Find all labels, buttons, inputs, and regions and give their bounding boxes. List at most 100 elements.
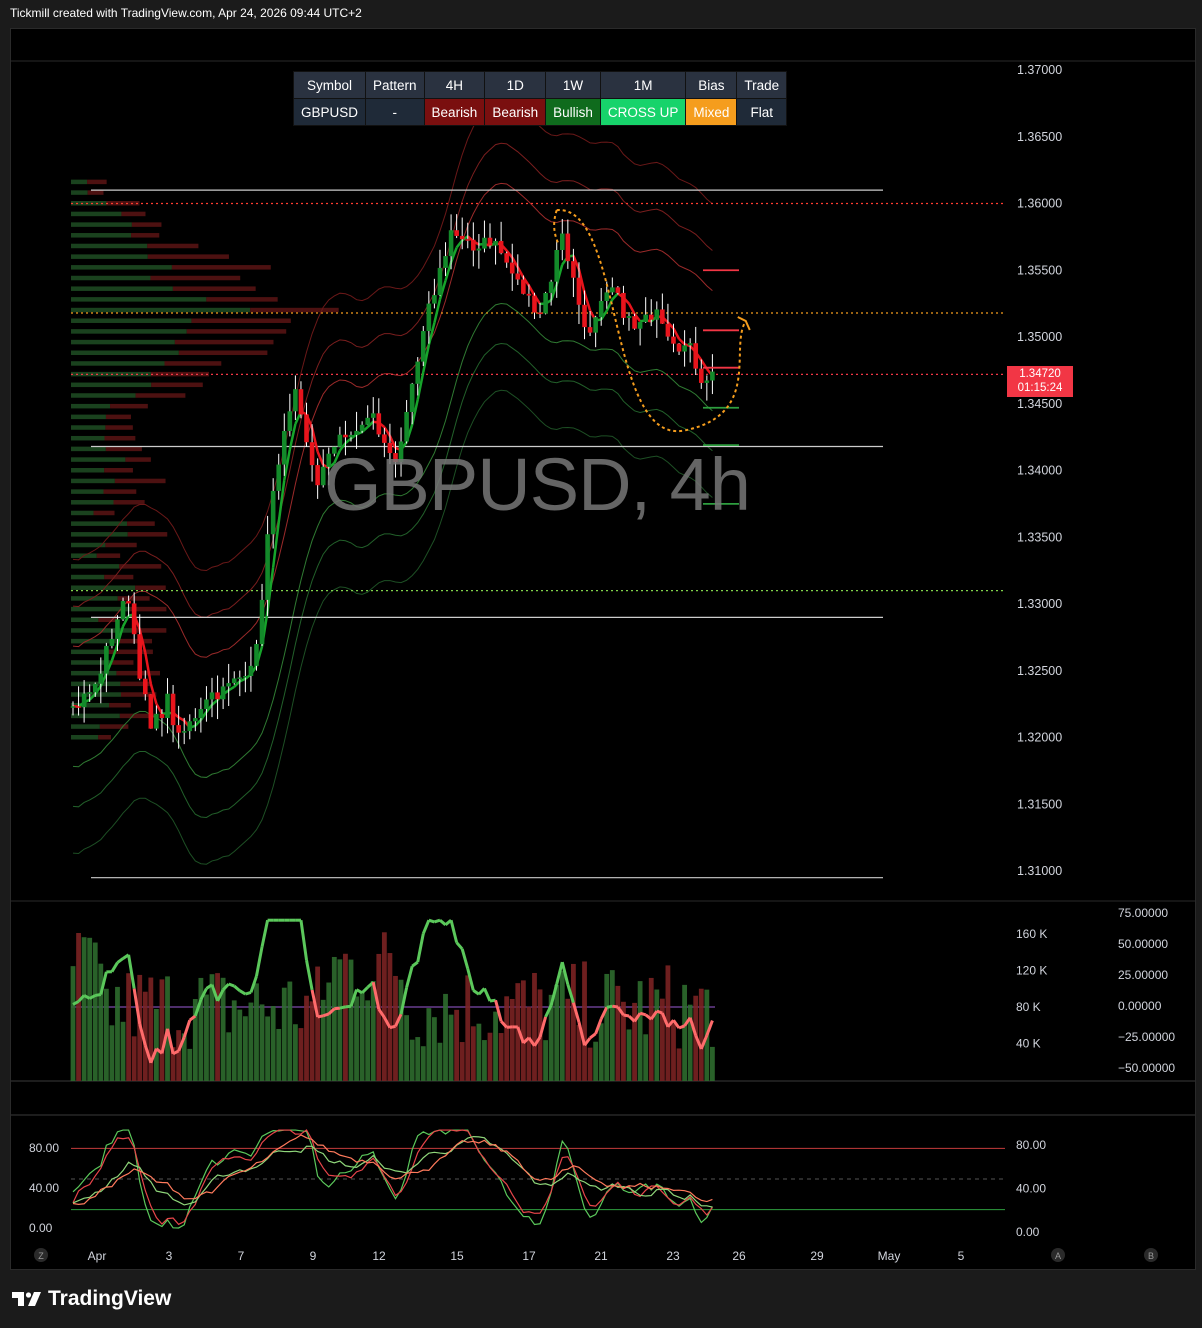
summary-header-trade: Trade: [736, 71, 788, 99]
volume-profile-bar: [71, 425, 106, 430]
volume-bar: [115, 986, 120, 1081]
volume-bar: [676, 1048, 682, 1081]
volume-bar: [398, 979, 404, 1081]
oscillator-line-segment: [355, 988, 363, 995]
stochastic-tick-right: 80.00: [1016, 1138, 1046, 1152]
y-tick-label: 1.36000: [1017, 197, 1062, 211]
oscillator-line-segment: [606, 1004, 613, 1009]
volume-profile-bar: [135, 393, 186, 398]
volume-profile-bar: [171, 265, 271, 270]
oscillator-line-segment: [438, 919, 447, 926]
volume-bar: [393, 975, 398, 1081]
oscillator-line-segment: [455, 941, 464, 950]
x-tick-label: 3: [166, 1249, 173, 1263]
candle-body: [187, 721, 193, 732]
candle-body: [587, 327, 593, 333]
tradingview-logo[interactable]: TradingView: [12, 1287, 171, 1311]
volume-profile-bar: [250, 307, 339, 313]
moving-average-segment: [228, 685, 235, 692]
volume-bar: [120, 1021, 126, 1081]
volume-bar: [226, 1032, 232, 1081]
volume-bar: [248, 1002, 254, 1081]
candle-body: [209, 692, 215, 700]
candle-body: [576, 277, 582, 305]
corner-button-label: A: [1055, 1251, 1061, 1261]
bar-countdown: 01:15:24: [1017, 382, 1063, 394]
volume-profile-bar: [71, 190, 88, 195]
last-price-value: 1.34720: [1019, 368, 1061, 380]
moving-average-segment: [155, 703, 164, 715]
candle-body: [676, 343, 682, 352]
volume-bar: [593, 1041, 599, 1081]
moving-average-segment: [316, 451, 325, 466]
x-tick-label: 9: [310, 1249, 317, 1263]
candle-body: [320, 466, 326, 486]
candle-body: [465, 239, 471, 241]
candle-body: [87, 692, 92, 694]
volume-bar: [682, 984, 687, 1081]
candle-body: [559, 233, 565, 250]
candle-body: [382, 434, 387, 443]
moving-average-segment: [344, 437, 352, 445]
candle-body: [448, 230, 454, 257]
oscillator-line-segment: [239, 989, 247, 996]
volume-bar: [287, 981, 293, 1081]
oscillator-tick-label: −50.00000: [1118, 1061, 1175, 1075]
candle-body: [276, 464, 282, 491]
candle-body: [482, 237, 487, 249]
oscillator-tick-label: 50.00000: [1118, 937, 1168, 951]
volume-bar: [81, 937, 87, 1081]
x-tick-label: 17: [522, 1249, 536, 1263]
volume-profile-bar: [71, 307, 251, 313]
volume-bar: [671, 1023, 676, 1081]
volume-bar: [87, 937, 93, 1081]
oscillator-line-segment: [656, 1009, 663, 1015]
candle-body: [293, 389, 298, 412]
volume-bar: [448, 1014, 454, 1081]
volume-bar: [103, 988, 109, 1081]
candle-body: [654, 309, 660, 320]
volume-profile-bar: [131, 222, 162, 227]
candle-body: [81, 693, 87, 708]
volume-bar: [498, 1033, 504, 1081]
candle-body: [437, 267, 443, 296]
candle-body: [231, 678, 237, 684]
volume-profile-bar: [104, 435, 136, 441]
volume-bar: [231, 1000, 237, 1081]
candle-body: [248, 665, 254, 677]
candle-body: [337, 434, 343, 447]
candle-body: [220, 686, 226, 700]
volume-bar: [648, 977, 654, 1081]
candle-body: [454, 230, 459, 236]
oscillator-tick-label: −25.00000: [1118, 1030, 1175, 1044]
volume-bar: [415, 1037, 421, 1081]
candle-body: [376, 413, 382, 435]
summary-header-4h: 4H: [423, 71, 486, 99]
volume-profile-bar: [71, 457, 126, 462]
volume-profile-bar: [71, 435, 105, 441]
volume-bar: [276, 1028, 282, 1081]
volume-profile-bar: [151, 382, 203, 388]
candle-body: [254, 644, 259, 666]
volume-profile-bar: [110, 403, 148, 409]
volume-bar: [154, 1008, 159, 1081]
candle-body: [665, 323, 671, 337]
volume-profile-bar: [125, 457, 151, 462]
summary-value-1d: Bearish: [484, 98, 547, 126]
candle-body: [598, 300, 604, 318]
oscillator-line-segment: [317, 1014, 324, 1019]
chart-frame[interactable]: 1.37000 1.36500 1.36000 1.35500 1.35000 1.345…: [10, 28, 1196, 1270]
volume-bar: [159, 979, 165, 1081]
volume-profile-bar: [93, 510, 115, 516]
stochastic-d-line: [72, 1129, 713, 1226]
candle-body: [159, 713, 165, 719]
chart-canvas[interactable]: 1.37000 1.36500 1.36000 1.35500 1.35000 1.345…: [11, 29, 1195, 1269]
volume-profile-bar: [178, 350, 268, 356]
volume-bar: [259, 1004, 265, 1081]
candle-body: [226, 683, 231, 687]
volume-bar: [126, 973, 131, 1081]
candle-body: [70, 706, 76, 708]
volume-profile-bar: [71, 735, 99, 740]
volume-profile-bar: [71, 318, 192, 323]
oscillator-line-segment: [299, 919, 309, 961]
